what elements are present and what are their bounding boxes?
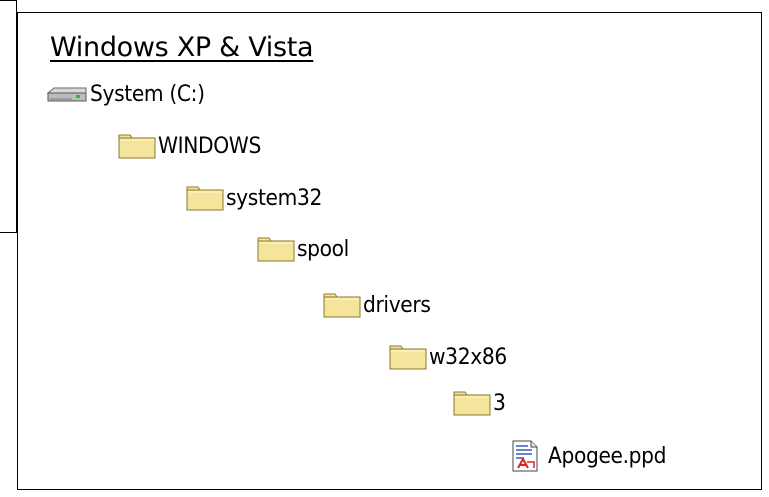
tree-item-label: Apogee.ppd: [548, 443, 667, 469]
folder-icon: [453, 391, 491, 416]
folder-icon: [389, 345, 427, 370]
page-title: Windows XP & Vista: [50, 32, 314, 63]
tree-item-label: spool: [297, 236, 349, 262]
tree-item-label: System (C:): [90, 81, 205, 107]
folder-icon: [323, 293, 361, 318]
folder-icon: [118, 134, 156, 159]
folder-icon: [186, 186, 224, 211]
tree-item-w32x86[interactable]: w32x86: [389, 340, 514, 374]
tree-item-label: system32: [226, 185, 322, 211]
tree-item-system32[interactable]: system32: [186, 181, 330, 215]
window-frame-edge: [0, 0, 17, 233]
tree-item-drivers[interactable]: drivers: [323, 288, 436, 322]
tree-item-spool[interactable]: spool: [257, 232, 353, 266]
tree-item-windows[interactable]: WINDOWS: [118, 129, 270, 163]
drive-icon: [46, 87, 87, 102]
folder-icon: [257, 237, 295, 262]
tree-item-3[interactable]: 3: [453, 386, 507, 420]
ppd-file-icon: [512, 440, 538, 472]
tree-item-label: w32x86: [429, 344, 507, 370]
tree-item-label: WINDOWS: [158, 133, 261, 159]
tree-item-apogee-ppd[interactable]: Apogee.ppd: [510, 439, 676, 473]
tree-item-label: drivers: [363, 292, 431, 318]
tree-item-system-drive[interactable]: System (C:): [46, 77, 215, 111]
path-diagram-panel: Windows XP & Vista System (C:) WINDOWS s…: [17, 12, 762, 490]
tree-item-label: 3: [493, 390, 506, 416]
